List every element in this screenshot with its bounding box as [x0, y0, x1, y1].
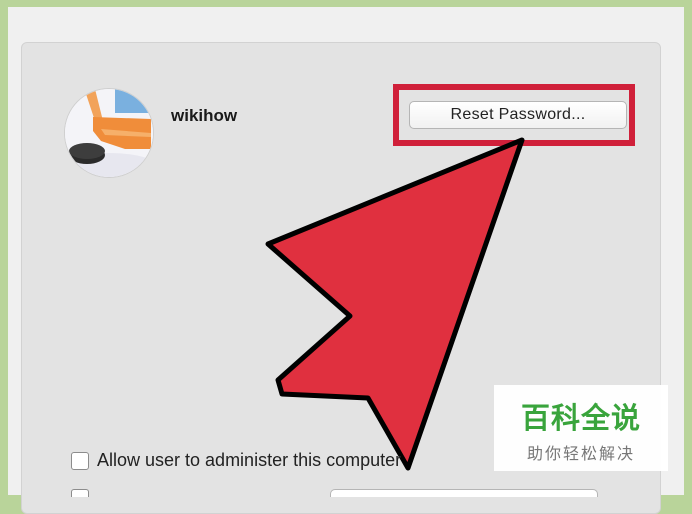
watermark-title: 百科全说	[520, 403, 641, 435]
admin-checkbox-row[interactable]: Allow user to administer this computer	[71, 450, 401, 471]
partial-select[interactable]	[330, 489, 598, 497]
watermark: 百科全说 助你轻松解决	[494, 385, 668, 471]
partial-checkbox[interactable]	[71, 489, 89, 497]
admin-checkbox-label: Allow user to administer this computer	[97, 450, 402, 470]
admin-checkbox[interactable]	[71, 451, 89, 470]
watermark-subtitle: 助你轻松解决	[526, 446, 635, 463]
